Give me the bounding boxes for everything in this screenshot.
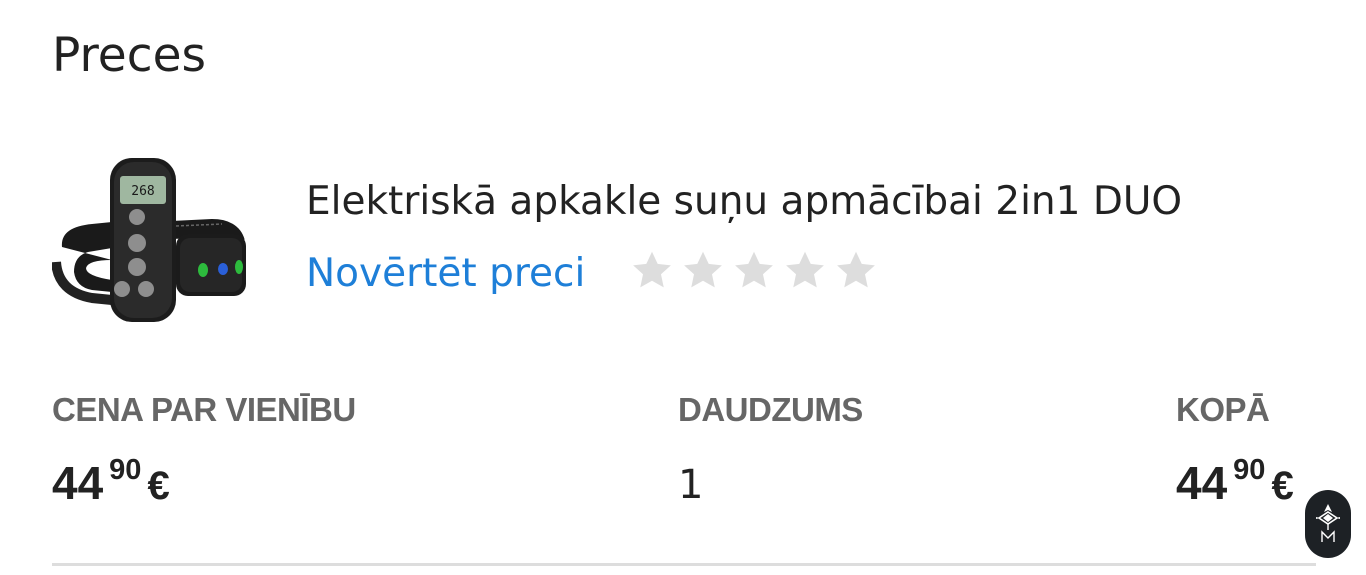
product-image[interactable]: 268 bbox=[51, 152, 252, 327]
total-price: 44 90 € bbox=[1176, 448, 1294, 518]
star-icon[interactable] bbox=[681, 249, 725, 293]
quantity-label: DAUDZUMS bbox=[678, 391, 863, 428]
unit-price-currency: € bbox=[147, 464, 170, 508]
unit-price-label: CENA PAR VIENĪBU bbox=[52, 391, 356, 428]
star-icon[interactable] bbox=[834, 249, 878, 293]
quantity-value: 1 bbox=[678, 462, 704, 508]
unit-price-cents: 90 bbox=[109, 454, 142, 486]
star-icon[interactable] bbox=[732, 249, 776, 293]
unit-price: 44 90 € bbox=[52, 448, 170, 518]
divider bbox=[52, 563, 1316, 566]
star-icon[interactable] bbox=[783, 249, 827, 293]
section-title: Preces bbox=[52, 28, 206, 83]
svg-text:268: 268 bbox=[131, 184, 154, 199]
rate-product-link[interactable]: Novērtēt preci bbox=[306, 248, 585, 300]
rating-stars bbox=[630, 248, 885, 294]
unit-price-integer: 44 bbox=[52, 457, 104, 509]
widget-logo-icon bbox=[1316, 504, 1340, 542]
total-price-currency: € bbox=[1271, 464, 1294, 508]
dog-collar-remote-image: 268 bbox=[51, 158, 246, 322]
total-label: KOPĀ bbox=[1176, 391, 1270, 428]
total-price-integer: 44 bbox=[1176, 457, 1228, 509]
product-name[interactable]: Elektriskā apkakle suņu apmācībai 2in1 D… bbox=[306, 176, 1182, 228]
total-price-cents: 90 bbox=[1233, 454, 1266, 486]
star-icon[interactable] bbox=[630, 249, 674, 293]
floating-widget-button[interactable] bbox=[1305, 490, 1351, 558]
